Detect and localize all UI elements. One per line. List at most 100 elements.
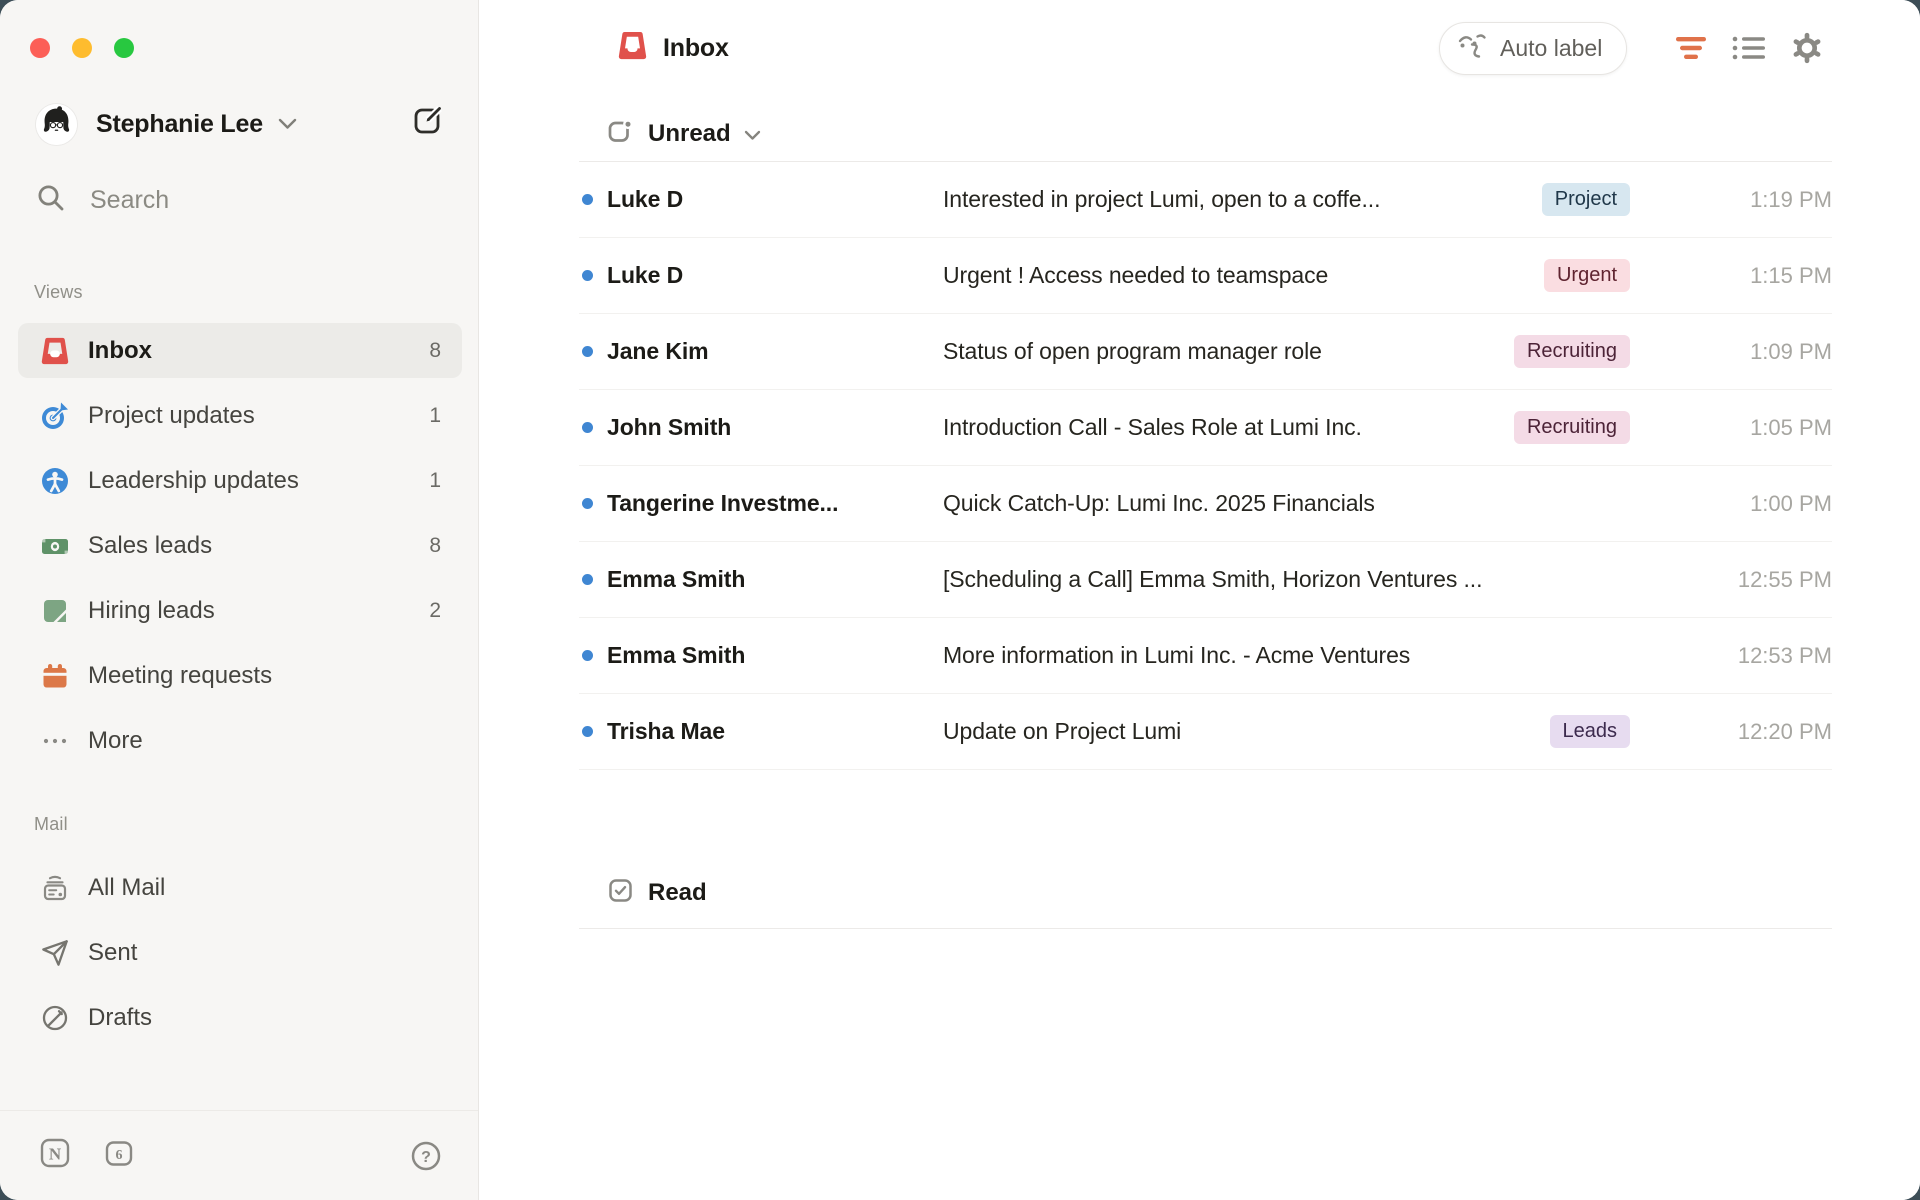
unread-dot-icon: [582, 270, 593, 281]
page-title: Inbox: [617, 30, 729, 66]
sidebar-item-project-updates[interactable]: Project updates 1: [18, 388, 462, 443]
email-label-badge[interactable]: Recruiting: [1514, 335, 1630, 368]
email-row[interactable]: Luke D Urgent ! Access needed to teamspa…: [579, 238, 1832, 314]
sidebar-item-label: Project updates: [88, 402, 255, 430]
unread-group-label: Unread: [648, 120, 731, 148]
read-group-header[interactable]: Read: [579, 857, 1832, 929]
email-row[interactable]: Jane Kim Status of open program manager …: [579, 314, 1832, 390]
sidebar-item-label: All Mail: [88, 874, 165, 902]
email-row[interactable]: Emma Smith [Scheduling a Call] Emma Smit…: [579, 542, 1832, 618]
sidebar-item-sent[interactable]: Sent: [18, 925, 462, 980]
unread-count: 1: [429, 404, 441, 428]
sidebar-item-label: Drafts: [88, 1004, 152, 1032]
email-sender: Luke D: [607, 186, 943, 213]
email-time: 1:09 PM: [1630, 339, 1832, 365]
compose-button[interactable]: [410, 104, 446, 140]
svg-text:6: 6: [116, 1148, 123, 1163]
sidebar-item-more[interactable]: More: [18, 713, 462, 768]
sidebar-item-inbox[interactable]: Inbox 8: [18, 323, 462, 378]
target-icon: [40, 401, 70, 431]
email-row[interactable]: Emma Smith More information in Lumi Inc.…: [579, 618, 1832, 694]
email-subject: [Scheduling a Call] Emma Smith, Horizon …: [943, 566, 1630, 593]
search-button[interactable]: Search: [36, 183, 448, 217]
email-sender: Luke D: [607, 262, 943, 289]
email-sender: Trisha Mae: [607, 718, 943, 745]
email-subject: Quick Catch-Up: Lumi Inc. 2025 Financial…: [943, 490, 1630, 517]
unread-dot-icon: [582, 346, 593, 357]
all-mail-icon: [40, 873, 70, 903]
help-icon[interactable]: ?: [410, 1140, 442, 1172]
send-icon: [40, 938, 70, 968]
settings-button[interactable]: [1785, 28, 1829, 68]
unread-dot-icon: [582, 726, 593, 737]
sidebar-item-label: More: [88, 727, 143, 755]
close-window-button[interactable]: [30, 38, 50, 58]
sidebar-item-label: Meeting requests: [88, 662, 272, 690]
sidebar-item-leadership-updates[interactable]: Leadership updates 1: [18, 453, 462, 508]
calendar-app-icon[interactable]: 6: [104, 1138, 134, 1173]
email-subject: More information in Lumi Inc. - Acme Ven…: [943, 642, 1630, 669]
sidebar: Stephanie Lee Searc: [0, 0, 479, 1200]
minimize-window-button[interactable]: [72, 38, 92, 58]
header-toolbar: [1655, 28, 1829, 68]
inbox-icon: [617, 30, 648, 66]
account-switcher[interactable]: Stephanie Lee: [36, 102, 448, 146]
window-controls: [30, 38, 134, 58]
email-sender: Emma Smith: [607, 642, 943, 669]
email-label-badge[interactable]: Leads: [1550, 715, 1631, 748]
mail-nav: All Mail Sent: [18, 860, 462, 1055]
email-subject: Introduction Call - Sales Role at Lumi I…: [943, 414, 1500, 441]
zoom-window-button[interactable]: [114, 38, 134, 58]
sidebar-item-drafts[interactable]: Drafts: [18, 990, 462, 1045]
search-label: Search: [90, 186, 169, 215]
sidebar-item-label: Leadership updates: [88, 467, 299, 495]
notion-app-icon[interactable]: N: [40, 1138, 70, 1173]
unread-group-header[interactable]: Unread: [579, 106, 1832, 162]
email-time: 12:53 PM: [1630, 643, 1832, 669]
email-subject: Urgent ! Access needed to teamspace: [943, 262, 1530, 289]
unread-count: 8: [429, 339, 441, 363]
drafts-icon: [40, 1003, 70, 1033]
sidebar-item-sales-leads[interactable]: Sales leads 8: [18, 518, 462, 573]
unread-dot-icon: [582, 422, 593, 433]
email-sender: Emma Smith: [607, 566, 943, 593]
sidebar-item-all-mail[interactable]: All Mail: [18, 860, 462, 915]
email-subject: Status of open program manager role: [943, 338, 1500, 365]
email-label-badge[interactable]: Project: [1542, 183, 1630, 216]
views-section-label: Views: [34, 282, 83, 303]
unread-section-icon: [607, 118, 634, 150]
email-time: 1:00 PM: [1630, 491, 1832, 517]
unread-dot-icon: [582, 498, 593, 509]
email-sender: John Smith: [607, 414, 943, 441]
email-list: Luke D Interested in project Lumi, open …: [579, 162, 1832, 770]
search-icon: [36, 183, 66, 218]
email-row[interactable]: John Smith Introduction Call - Sales Rol…: [579, 390, 1832, 466]
page-title-text: Inbox: [663, 34, 729, 63]
email-label-badge[interactable]: Recruiting: [1514, 411, 1630, 444]
svg-text:?: ?: [421, 1149, 431, 1166]
unread-count: 1: [429, 469, 441, 493]
unread-dot-icon: [582, 574, 593, 585]
email-row[interactable]: Tangerine Investme... Quick Catch-Up: Lu…: [579, 466, 1832, 542]
mail-section-label: Mail: [34, 814, 68, 835]
email-label-badge[interactable]: Urgent: [1544, 259, 1630, 292]
unread-count: 2: [429, 599, 441, 623]
auto-label-button[interactable]: Auto label: [1439, 22, 1627, 75]
sidebar-item-label: Hiring leads: [88, 597, 215, 625]
list-view-button[interactable]: [1727, 28, 1771, 68]
views-nav: Inbox 8 Project updates 1: [18, 323, 462, 778]
email-subject: Interested in project Lumi, open to a co…: [943, 186, 1528, 213]
sidebar-footer: N 6 ?: [0, 1110, 478, 1200]
email-row[interactable]: Trisha Mae Update on Project Lumi Leads …: [579, 694, 1832, 770]
email-row[interactable]: Luke D Interested in project Lumi, open …: [579, 162, 1832, 238]
email-time: 1:15 PM: [1630, 263, 1832, 289]
svg-text:N: N: [49, 1145, 62, 1164]
email-subject: Update on Project Lumi: [943, 718, 1536, 745]
filter-button[interactable]: [1669, 28, 1713, 68]
account-name: Stephanie Lee: [96, 110, 263, 139]
sidebar-item-meeting-requests[interactable]: Meeting requests: [18, 648, 462, 703]
sidebar-item-hiring-leads[interactable]: Hiring leads 2: [18, 583, 462, 638]
avatar: [36, 104, 77, 145]
mail-app-window: Stephanie Lee Searc: [0, 0, 1920, 1200]
email-time: 12:55 PM: [1630, 567, 1832, 593]
